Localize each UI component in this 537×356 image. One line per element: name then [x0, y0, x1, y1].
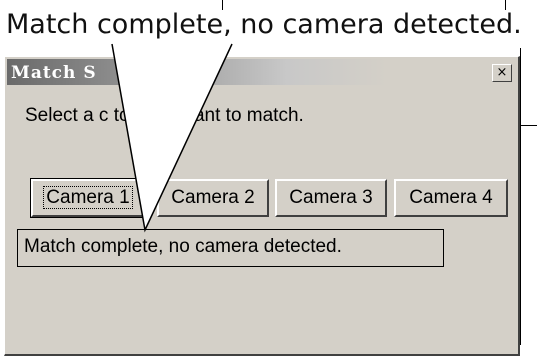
instruction-text: Select a c tch you want to match. [25, 105, 304, 126]
status-message: Match complete, no camera detected. [17, 229, 444, 267]
camera-3-button[interactable]: Camera 3 [275, 179, 387, 217]
title-bar[interactable]: Match S × [7, 59, 516, 85]
camera-1-button[interactable]: Camera 1 [30, 178, 146, 218]
close-button[interactable]: × [492, 64, 512, 82]
background-grid-line [520, 125, 537, 126]
camera-1-label: Camera 1 [43, 186, 133, 209]
callout-text: Match complete, no camera detected. [6, 9, 522, 40]
background-grid-line [520, 48, 521, 345]
dialog-title: Match S [11, 63, 97, 83]
camera-2-button[interactable]: Camera 2 [157, 179, 269, 217]
match-dialog: Match S × Select a c tch you want to mat… [4, 56, 520, 356]
camera-4-button[interactable]: Camera 4 [394, 179, 508, 217]
